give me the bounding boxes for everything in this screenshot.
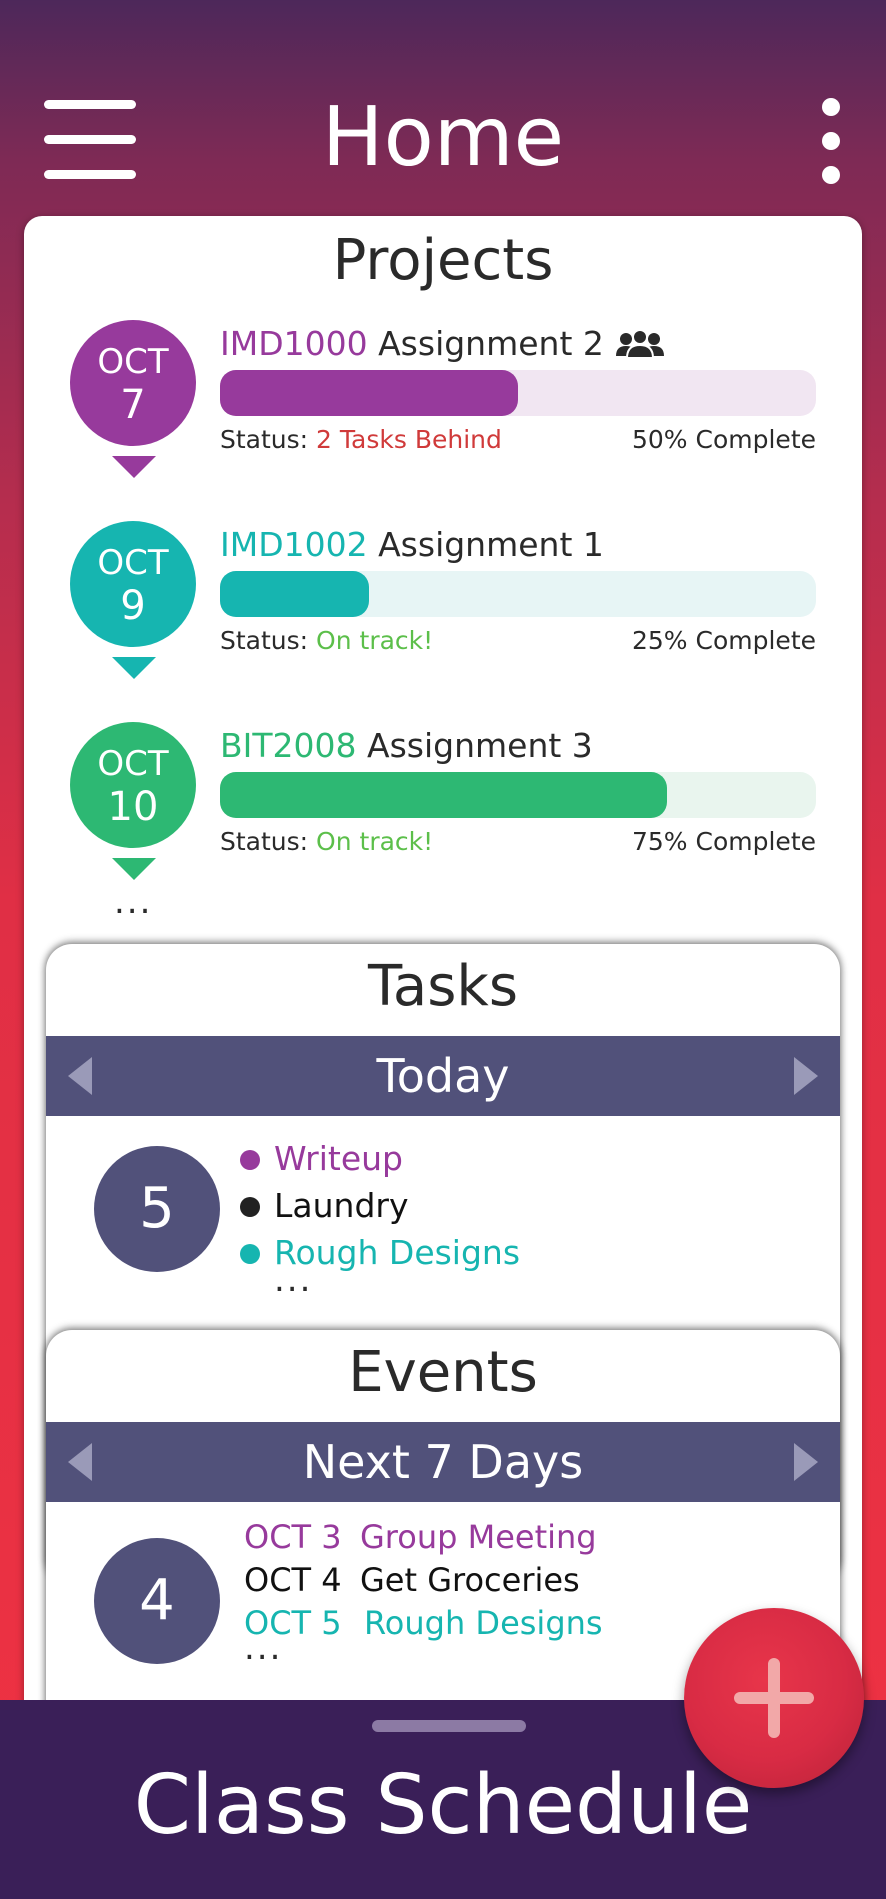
progress-fill <box>220 571 369 617</box>
events-heading: Events <box>348 1340 538 1405</box>
progress-bar <box>220 571 816 617</box>
vertical-dots-icon[interactable] <box>810 98 854 184</box>
tasks-period-band: Today <box>46 1036 840 1116</box>
projects-heading: Projects <box>332 228 554 293</box>
tasks-more-ellipsis[interactable]: ... <box>274 1260 312 1300</box>
event-item[interactable]: OCT 5 Rough Designs <box>244 1602 603 1644</box>
status-label: Status: <box>220 827 317 856</box>
percent-complete: 50% Complete <box>632 425 816 454</box>
project-status: Status: On track! <box>220 625 433 657</box>
projects-more-ellipsis[interactable]: ... <box>114 882 152 922</box>
progress-fill <box>220 370 518 416</box>
percent-complete: 25% Complete <box>632 626 816 655</box>
project-item[interactable]: OCT 9 IMD1002 Assignment 1 Status: On tr… <box>24 521 862 701</box>
status-value: On track! <box>316 827 434 856</box>
tasks-count-badge: 5 <box>94 1146 220 1272</box>
add-button[interactable] <box>684 1608 864 1788</box>
bullet-dot-icon <box>240 1244 260 1264</box>
event-item[interactable]: OCT 3 Group Meeting <box>244 1516 597 1558</box>
tasks-heading: Tasks <box>367 954 519 1019</box>
date-month: OCT <box>97 744 169 784</box>
group-icon <box>616 329 665 359</box>
next-arrow-icon[interactable] <box>794 1443 818 1481</box>
projects-card: Projects OCT 7 IMD1000 Assignment 2 Stat… <box>24 216 862 1850</box>
pin-pointer-icon <box>112 456 156 478</box>
event-date: OCT 3 <box>244 1518 342 1556</box>
project-title: BIT2008 Assignment 3 <box>220 724 593 768</box>
project-item[interactable]: OCT 7 IMD1000 Assignment 2 Status: 2 Tas… <box>24 320 862 500</box>
progress-bar <box>220 370 816 416</box>
course-code: IMD1002 <box>220 525 368 564</box>
status-value: On track! <box>316 626 434 655</box>
progress-bar <box>220 772 816 818</box>
assignment-name: Assignment 1 <box>378 525 604 564</box>
events-period-label: Next 7 Days <box>302 1435 584 1489</box>
event-label: Rough Designs <box>364 1604 603 1642</box>
date-bubble: OCT 9 <box>70 521 196 647</box>
tasks-period-label: Today <box>376 1049 510 1103</box>
bullet-dot-icon <box>240 1150 260 1170</box>
events-count-badge: 4 <box>94 1538 220 1664</box>
pin-pointer-icon <box>112 657 156 679</box>
events-more-ellipsis[interactable]: ... <box>244 1628 282 1668</box>
progress-fill <box>220 772 667 818</box>
event-date: OCT 4 <box>244 1561 342 1599</box>
task-label: Writeup <box>274 1139 403 1178</box>
next-arrow-icon[interactable] <box>794 1057 818 1095</box>
task-label: Laundry <box>274 1186 409 1225</box>
date-bubble: OCT 10 <box>70 722 196 848</box>
status-value: 2 Tasks Behind <box>316 425 502 454</box>
project-item[interactable]: OCT 10 BIT2008 Assignment 3 Status: On t… <box>24 722 862 902</box>
status-label: Status: <box>220 626 317 655</box>
event-item[interactable]: OCT 4 Get Groceries <box>244 1559 580 1601</box>
date-day: 9 <box>120 583 146 629</box>
event-label: Get Groceries <box>360 1561 580 1599</box>
course-code: IMD1000 <box>220 324 368 363</box>
events-period-band: Next 7 Days <box>46 1422 840 1502</box>
assignment-name: Assignment 2 <box>378 324 604 363</box>
drag-handle[interactable] <box>372 1720 526 1732</box>
bullet-dot-icon <box>240 1197 260 1217</box>
date-month: OCT <box>97 543 169 583</box>
page-title: Home <box>321 90 565 185</box>
date-day: 10 <box>107 784 159 830</box>
date-day: 7 <box>120 382 146 428</box>
pin-pointer-icon <box>112 858 156 880</box>
plus-icon-bar <box>734 1692 814 1704</box>
status-label: Status: <box>220 425 317 454</box>
project-status: Status: On track! <box>220 826 433 858</box>
date-bubble: OCT 7 <box>70 320 196 446</box>
assignment-name: Assignment 3 <box>367 726 593 765</box>
project-title: IMD1000 Assignment 2 <box>220 322 666 366</box>
date-month: OCT <box>97 342 169 382</box>
project-title: IMD1002 Assignment 1 <box>220 523 604 567</box>
percent-complete: 75% Complete <box>632 827 816 856</box>
course-code: BIT2008 <box>220 726 357 765</box>
event-label: Group Meeting <box>360 1518 597 1556</box>
project-status: Status: 2 Tasks Behind <box>220 424 502 456</box>
